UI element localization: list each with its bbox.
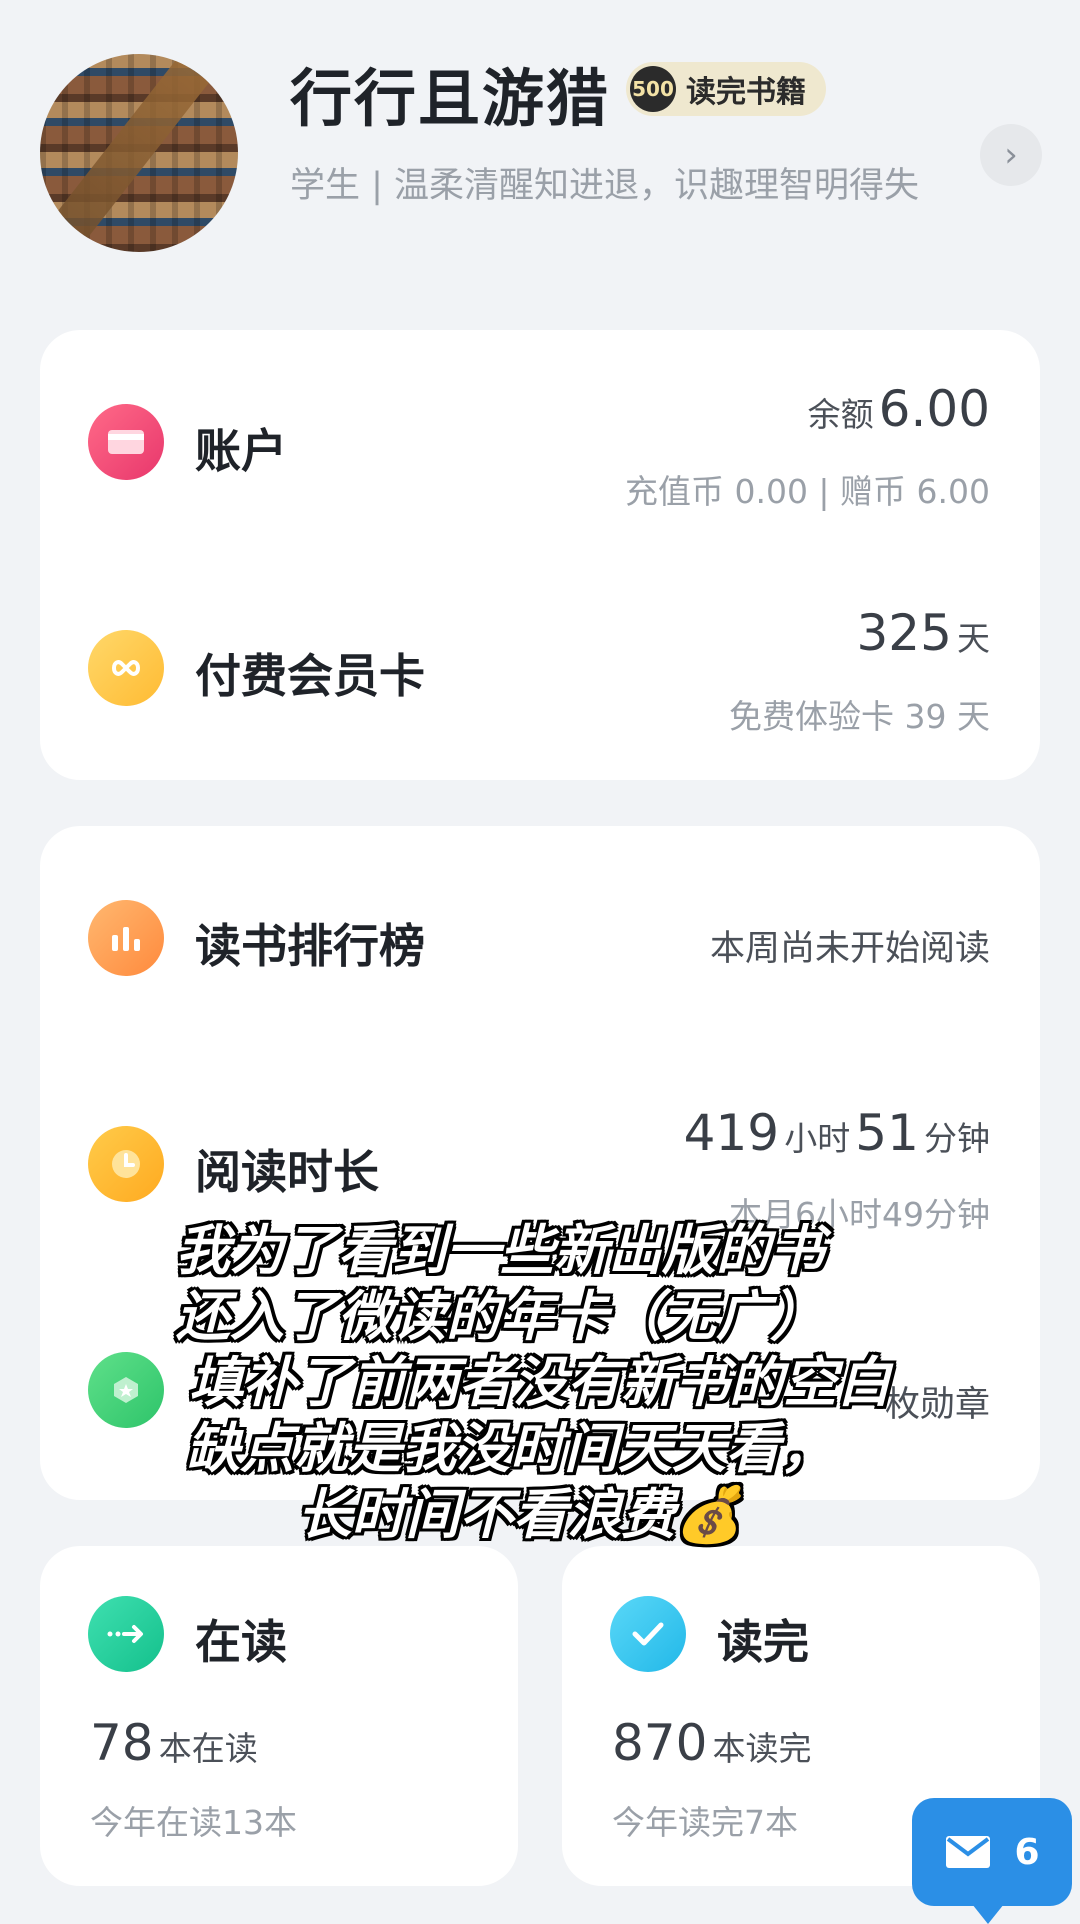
membership-days: 325 <box>856 604 952 662</box>
account-row[interactable]: 账户 余额 6.00 充值币 0.00 | 赠币 6.00 <box>40 360 1040 540</box>
badge-number: 500 <box>630 66 676 112</box>
reading-this-year: 今年在读13本 <box>90 1803 297 1842</box>
wallet-icon <box>88 404 164 480</box>
caption-line: 缺点就是我没时间天天看， <box>186 1417 834 1480</box>
profile-bio: 学生 | 温柔清醒知进退，识趣理智明得失 <box>290 166 920 206</box>
balance-label: 余额 <box>807 395 874 434</box>
messages-button[interactable]: 6 <box>912 1798 1072 1924</box>
reading-hours: 419 <box>683 1104 780 1162</box>
reading-count: 78 <box>90 1714 154 1772</box>
reading-minutes: 51 <box>855 1104 919 1162</box>
avatar[interactable] <box>40 54 238 252</box>
account-detail: 充值币 0.00 | 赠币 6.00 <box>624 472 990 511</box>
checkmark-icon <box>610 1596 686 1672</box>
envelope-icon <box>946 1836 991 1868</box>
account-title: 账户 <box>195 424 287 478</box>
profile-chevron-button[interactable]: › <box>980 124 1042 186</box>
balance-value: 6.00 <box>878 380 990 438</box>
finished-count: 870 <box>612 1714 708 1772</box>
finished-title: 读完 <box>717 1615 809 1669</box>
caption-line: 还入了微读的年卡（无广） <box>176 1285 824 1348</box>
finished-count-unit: 本读完 <box>712 1729 812 1768</box>
caption-line: 长时间不看浪费💰 <box>297 1483 743 1546</box>
reading-count-unit: 本在读 <box>158 1729 258 1768</box>
ranking-title: 读书排行榜 <box>195 919 425 973</box>
minutes-unit: 分钟 <box>924 1119 990 1158</box>
badge-label: 读完书籍 <box>686 75 806 110</box>
membership-row[interactable]: 付费会员卡 325 天 免费体验卡 39 天 <box>40 590 1040 770</box>
reading-title: 在读 <box>195 1615 287 1669</box>
membership-days-unit: 天 <box>957 619 990 658</box>
reading-card[interactable]: 在读 78 本在读 今年在读13本 <box>40 1546 518 1886</box>
books-finished-badge[interactable]: 500 读完书籍 <box>626 62 826 116</box>
arrow-right-icon <box>88 1596 164 1672</box>
bar-chart-icon <box>88 900 164 976</box>
reading-time-title: 阅读时长 <box>195 1145 379 1199</box>
caption-line: 我为了看到一些新出版的书 <box>176 1219 824 1282</box>
infinity-icon <box>88 630 164 706</box>
clock-icon <box>88 1126 164 1202</box>
message-count: 6 <box>1014 1831 1040 1873</box>
chevron-right-icon: › <box>1004 135 1018 175</box>
trial-card-info: 免费体验卡 39 天 <box>729 697 990 736</box>
overlay-caption: 我为了看到一些新出版的书 还入了微读的年卡（无广） 填补了前两者没有新书的空白 … <box>0 1218 1080 1548</box>
membership-title: 付费会员卡 <box>195 649 425 703</box>
username: 行行且游猎 <box>290 62 611 135</box>
ranking-row[interactable]: 读书排行榜 本周尚未开始阅读 <box>40 860 1040 1020</box>
finished-this-year: 今年读完7本 <box>612 1803 798 1842</box>
ranking-status: 本周尚未开始阅读 <box>709 929 990 969</box>
hours-unit: 小时 <box>784 1119 851 1158</box>
caption-line: 填补了前两者没有新书的空白 <box>189 1351 891 1414</box>
